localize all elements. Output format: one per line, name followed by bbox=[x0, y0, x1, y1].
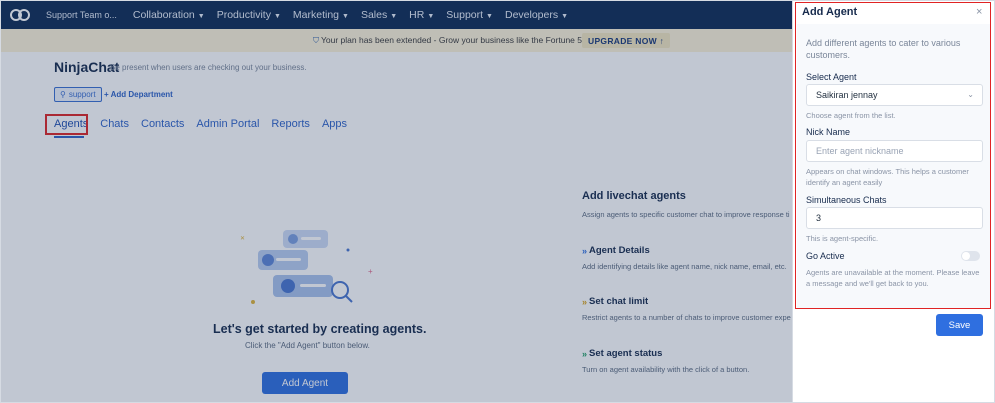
go-active-label: Go Active bbox=[806, 251, 845, 261]
go-active-toggle[interactable] bbox=[961, 251, 980, 261]
simultaneous-chats-label: Simultaneous Chats bbox=[806, 195, 887, 205]
simultaneous-chats-help: This is agent-specific. bbox=[806, 234, 879, 243]
drawer-intro: Add different agents to cater to various… bbox=[806, 38, 961, 60]
save-button[interactable]: Save bbox=[936, 314, 983, 336]
select-agent-dropdown[interactable]: Saikiran jennay ⌄ bbox=[806, 84, 983, 106]
chevron-down-icon: ⌄ bbox=[967, 90, 974, 99]
select-agent-label: Select Agent bbox=[806, 72, 857, 82]
nick-name-help: Appears on chat windows. This helps a cu… bbox=[806, 167, 969, 187]
simultaneous-chats-input[interactable]: 3 bbox=[806, 207, 983, 229]
modal-backdrop[interactable] bbox=[0, 0, 792, 403]
toggle-knob bbox=[962, 252, 970, 260]
select-agent-help: Choose agent from the list. bbox=[806, 111, 896, 120]
nick-name-label: Nick Name bbox=[806, 127, 851, 137]
go-active-help: Agents are unavailable at the moment. Pl… bbox=[806, 268, 980, 288]
nick-name-input[interactable]: Enter agent nickname bbox=[806, 140, 983, 162]
close-icon[interactable]: × bbox=[976, 6, 982, 18]
drawer-title: Add Agent bbox=[802, 6, 858, 18]
